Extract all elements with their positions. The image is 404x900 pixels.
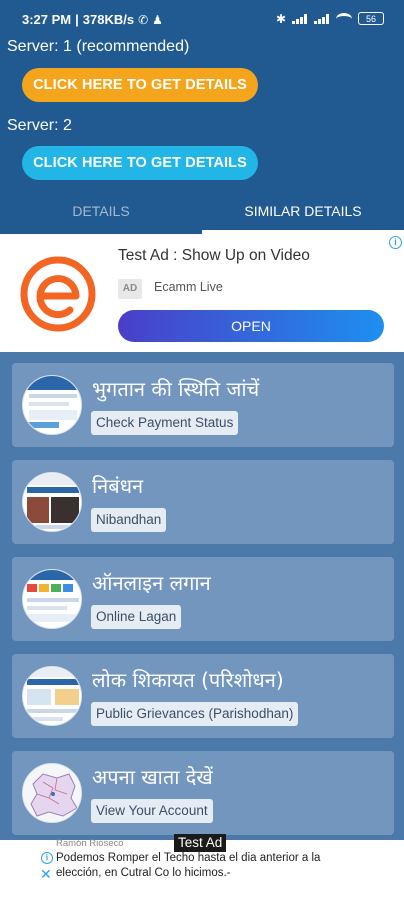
status-left: 3:27 PM | 378KB/s ✆ ♟ (22, 12, 163, 27)
thumbnail (22, 666, 82, 726)
server-2-label: Server: 2 (7, 117, 72, 134)
screenshot-thumbnail-icon (23, 667, 81, 721)
whatsapp-icon: ✆ (138, 12, 149, 27)
item-subtitle: Check Payment Status (91, 411, 239, 435)
services-list: भुगतान की स्थिति जांचें Check Payment St… (0, 352, 404, 840)
item-title: निबंधन (92, 474, 144, 498)
item-subtitle: Online Lagan (91, 605, 182, 629)
list-item[interactable]: भुगतान की स्थिति जांचें Check Payment St… (12, 363, 394, 447)
list-item[interactable]: लोक शिकायत (परिशोधन) Public Grievances (… (12, 654, 394, 738)
thumbnail (22, 763, 82, 823)
snapchat-icon: ♟ (152, 12, 163, 27)
server-1-label: Server: 1 (recommended) (7, 38, 190, 55)
list-item[interactable]: निबंधन Nibandhan (12, 460, 394, 544)
ecamm-logo-icon (20, 256, 96, 332)
bluetooth-icon: ✱ (275, 11, 286, 26)
status-bar: 3:27 PM | 378KB/s ✆ ♟ ✱ 56 (0, 0, 404, 40)
test-ad-label: Test Ad (174, 834, 227, 852)
app-header: 3:27 PM | 378KB/s ✆ ♟ ✱ 56 Server: 1 (re… (0, 0, 404, 234)
ad-open-button[interactable]: OPEN (118, 310, 384, 342)
tab-similar-details[interactable]: SIMILAR DETAILS (202, 190, 404, 234)
signal-icon-2 (314, 13, 330, 24)
screenshot-thumbnail-icon (23, 570, 81, 622)
thumbnail (22, 569, 82, 629)
item-title: अपना खाता देखें (92, 765, 213, 789)
item-subtitle: Public Grievances (Parishodhan) (91, 702, 299, 726)
list-item[interactable]: अपना खाता देखें View Your Account (12, 751, 394, 835)
item-title: भुगतान की स्थिति जांचें (92, 377, 260, 401)
map-thumbnail-icon (23, 764, 81, 822)
bottom-ad-advertiser: Ramón Rioseco (56, 838, 124, 849)
item-subtitle: Nibandhan (91, 508, 167, 532)
ad-title[interactable]: Test Ad : Show Up on Video (118, 247, 310, 265)
status-time: 3:27 PM (22, 12, 72, 27)
status-speed: 378KB/s (82, 12, 135, 27)
bottom-ad-close-icon[interactable]: ✕ (40, 866, 52, 883)
item-title: लोक शिकायत (परिशोधन) (92, 668, 284, 692)
tab-bar: DETAILS SIMILAR DETAILS (0, 190, 404, 234)
tab-details[interactable]: DETAILS (0, 190, 202, 234)
ad-advertiser[interactable]: Ecamm Live (154, 280, 223, 294)
screenshot-thumbnail-icon (23, 376, 81, 428)
bottom-ad-text[interactable]: Podemos Romper el Techo hasta el dia ant… (56, 851, 366, 881)
ad-badge: AD (118, 279, 142, 299)
thumbnail (22, 375, 82, 435)
wifi-icon (336, 12, 352, 25)
ad-info-icon[interactable]: i (389, 236, 402, 249)
server-1-details-button[interactable]: CLICK HERE TO GET DETAILS (22, 68, 258, 102)
status-right: ✱ 56 (276, 12, 384, 25)
item-title: ऑनलाइन लगान (92, 571, 211, 595)
server-2-details-button[interactable]: CLICK HERE TO GET DETAILS (22, 146, 258, 180)
bottom-ad-info-icon[interactable]: i (41, 852, 53, 864)
screenshot-thumbnail-icon (23, 473, 81, 529)
battery-icon: 56 (358, 12, 384, 25)
signal-icon (292, 13, 308, 24)
thumbnail (22, 472, 82, 532)
item-subtitle: View Your Account (91, 799, 213, 823)
list-item[interactable]: ऑनलाइन लगान Online Lagan (12, 557, 394, 641)
